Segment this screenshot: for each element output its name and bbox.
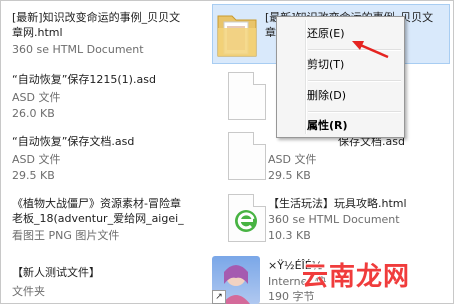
watermark-logo: 云南龙网: [302, 262, 411, 292]
